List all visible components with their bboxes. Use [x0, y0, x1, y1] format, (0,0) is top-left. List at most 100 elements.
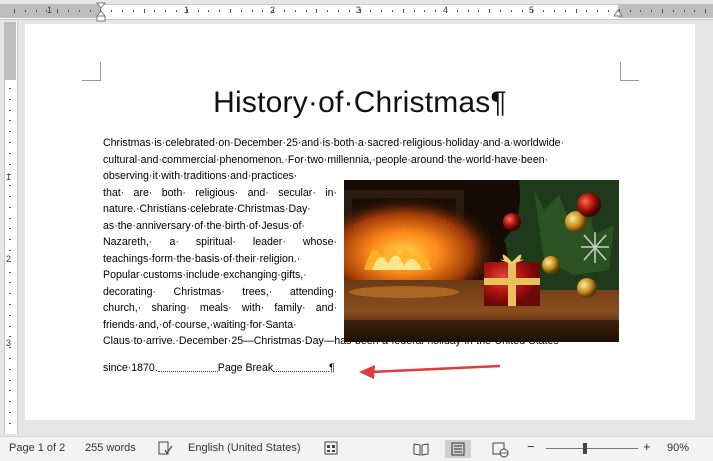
document-page[interactable]: History·of·Christmas¶ Christmas·is·celeb…: [25, 24, 695, 420]
ruler-tick: [79, 10, 80, 12]
text-line: friends·and,·of·course,·waiting·for·Sant…: [103, 318, 297, 331]
ruler-tick: [522, 10, 523, 12]
ruler-tick: [241, 10, 242, 12]
ruler-tick: [9, 347, 11, 348]
ruler-tick: [640, 10, 641, 12]
ruler-right-margin: [618, 4, 713, 18]
accessibility-icon[interactable]: [324, 441, 338, 455]
ruler-tick: [36, 10, 37, 12]
ruler-tick: [154, 10, 155, 12]
ruler-tick: [630, 10, 631, 12]
ruler-tick: [306, 10, 307, 12]
document-title[interactable]: History·of·Christmas¶: [25, 86, 695, 120]
ruler-tick: [9, 99, 11, 100]
text-line: teachings·form·the·basis·of·their·religi…: [103, 252, 301, 265]
proofing-icon[interactable]: [157, 441, 173, 456]
ruler-tick: [403, 9, 404, 13]
ruler-tick: [262, 10, 263, 12]
print-layout-icon: [451, 442, 465, 456]
zoom-slider-track[interactable]: [546, 448, 638, 449]
ruler-tick: [694, 10, 695, 12]
ruler-tick: [597, 10, 598, 12]
ruler-tick: [673, 10, 674, 12]
text-line: church,· sharing· meals· with· family· a…: [103, 302, 337, 314]
ruler-tick: [90, 10, 91, 12]
margin-corner-mark: [82, 62, 101, 81]
ruler-tick: [230, 9, 231, 13]
right-indent-marker[interactable]: [613, 8, 623, 20]
text-line: observing·it·with·traditions·and·practic…: [103, 170, 298, 182]
ruler-tick: [360, 9, 361, 13]
ruler-tick: [57, 9, 58, 13]
ruler-tick: [9, 142, 11, 143]
vertical-ruler[interactable]: 1 2 3: [0, 22, 18, 434]
ruler-tick: [349, 10, 350, 12]
text-line: cultural·and·commercial·phenomenon.·For·…: [103, 153, 549, 166]
ruler-tick: [198, 10, 199, 12]
web-layout-button[interactable]: [487, 440, 513, 458]
ruler-tick: [111, 10, 112, 12]
ruler-tick: [9, 207, 11, 208]
ruler-tick: [9, 164, 11, 165]
page-count[interactable]: Page 1 of 2: [9, 442, 65, 454]
page-break-dots: [273, 365, 330, 372]
ruler-tick: [273, 9, 274, 13]
zoom-level[interactable]: 90%: [667, 442, 689, 454]
ruler-tick: [424, 10, 425, 12]
ruler-number: 1: [47, 5, 53, 15]
ruler-tick: [435, 10, 436, 12]
ruler-tick: [532, 9, 533, 13]
ruler-tick: [9, 261, 11, 262]
zoom-in-button[interactable]: +: [643, 439, 651, 454]
ruler-tick: [414, 10, 415, 12]
ruler-tick: [392, 10, 393, 12]
first-line-indent-marker[interactable]: [96, 2, 106, 22]
text-line: decorating· Christmas· trees,· attending…: [103, 285, 337, 298]
page-break[interactable]: since·1870. Page Break ¶: [103, 362, 335, 374]
ruler-tick: [9, 390, 11, 391]
ruler-tick: [608, 10, 609, 12]
vruler-number: 2: [6, 254, 12, 264]
word-count[interactable]: 255 words: [85, 442, 136, 454]
ruler-tick: [9, 239, 11, 240]
ruler-tick: [370, 10, 371, 12]
ruler-tick: [9, 293, 11, 294]
ruler-tick: [489, 9, 490, 13]
ruler-tick: [176, 10, 177, 12]
language-indicator[interactable]: English (United States): [188, 442, 301, 454]
ruler-tick: [9, 196, 11, 197]
page-break-dots: [157, 365, 218, 372]
ruler-tick: [46, 10, 47, 12]
ruler-tick: [381, 10, 382, 12]
ruler-tick: [316, 9, 317, 13]
ruler-tick: [9, 272, 11, 273]
ruler-tick: [122, 10, 123, 12]
text-line: that· are· both· religious· and· secular…: [103, 186, 337, 199]
ruler-tick: [133, 10, 134, 12]
ruler-tick: [554, 10, 555, 12]
ruler-tick: [684, 10, 685, 12]
ruler-tick: [9, 412, 11, 413]
text-line: Christmas·is·celebrated·on·December·25·a…: [103, 137, 565, 149]
ruler-tick: [327, 10, 328, 12]
zoom-out-button[interactable]: −: [527, 439, 535, 454]
text-line: since·1870.: [103, 362, 158, 374]
ruler-tick: [543, 10, 544, 12]
ruler-tick: [9, 120, 11, 121]
zoom-slider-thumb[interactable]: [583, 443, 587, 454]
ruler-tick: [446, 9, 447, 13]
vruler-top-margin: [4, 22, 16, 80]
ruler-tick: [468, 10, 469, 12]
ruler-tick: [662, 9, 663, 13]
read-mode-icon: [413, 443, 429, 456]
horizontal-ruler[interactable]: 1 1 2 3 4 5: [0, 0, 713, 22]
text-line: Popular·customs·include·exchanging·gifts…: [103, 269, 307, 281]
ruler-tick: [25, 10, 26, 12]
ruler-tick: [9, 250, 11, 251]
ruler-tick: [511, 10, 512, 12]
ruler-tick: [478, 10, 479, 12]
read-mode-button[interactable]: [408, 440, 434, 458]
ruler-tick: [68, 10, 69, 12]
print-layout-button[interactable]: [445, 440, 471, 458]
christmas-photo[interactable]: [344, 180, 619, 342]
